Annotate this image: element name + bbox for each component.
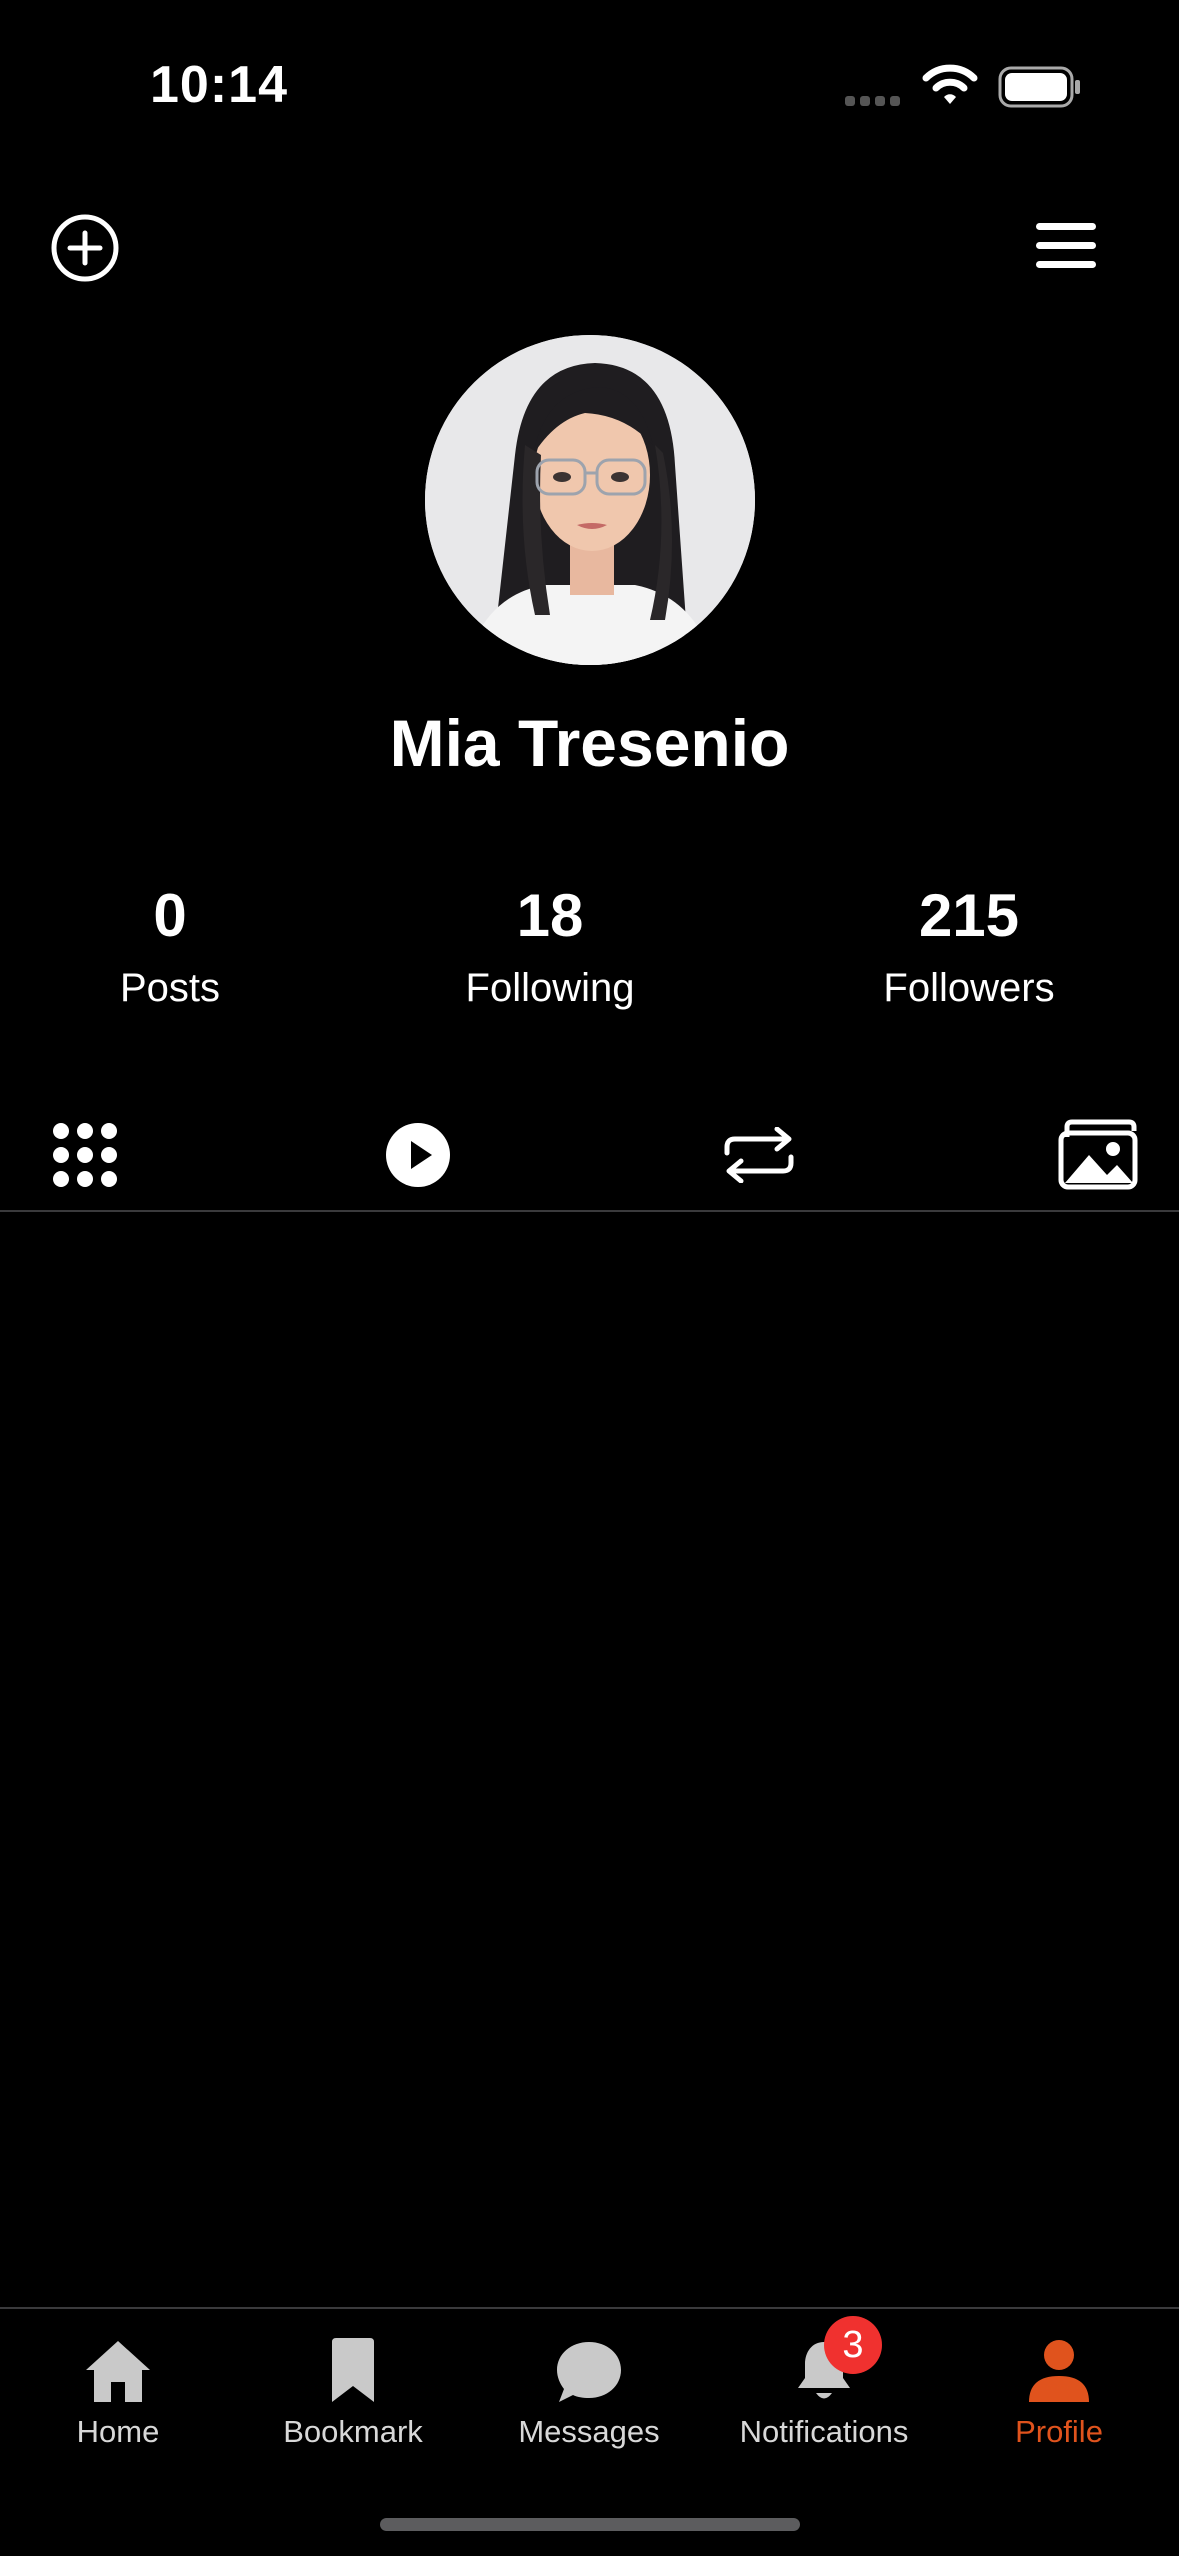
status-time: 10:14	[150, 56, 288, 114]
tab-reposts[interactable]	[711, 1110, 806, 1200]
posts-label: Posts	[119, 966, 221, 1010]
person-icon	[1029, 2340, 1089, 2402]
message-icon	[557, 2342, 621, 2402]
nav-profile[interactable]: Profile	[941, 2320, 1177, 2450]
nav-messages-label: Messages	[518, 2414, 660, 2449]
wifi-icon	[922, 62, 978, 111]
play-icon	[386, 1123, 450, 1187]
plus-circle-icon	[51, 214, 119, 282]
home-indicator[interactable]	[380, 2518, 800, 2531]
tabs-divider	[0, 1210, 1179, 1212]
cellular-signal-icon	[845, 95, 905, 113]
create-post-button[interactable]	[50, 213, 120, 283]
followers-label: Followers	[883, 966, 1055, 1010]
following-label: Following	[465, 966, 635, 1010]
nav-home-label: Home	[76, 2414, 160, 2449]
stat-posts[interactable]: 0 Posts	[0, 880, 350, 1016]
following-count: 18	[516, 882, 584, 949]
posts-count: 0	[153, 882, 187, 949]
tab-grid[interactable]	[40, 1110, 130, 1200]
menu-button[interactable]	[1033, 220, 1099, 272]
photos-icon	[1058, 1119, 1137, 1190]
stat-following[interactable]: 18 Following	[370, 880, 730, 1016]
battery-icon	[998, 66, 1082, 113]
profile-name: Mia Tresenio	[389, 706, 790, 780]
nav-messages[interactable]: Messages	[471, 2320, 707, 2450]
tab-videos[interactable]	[373, 1110, 463, 1200]
nav-bookmark[interactable]: Bookmark	[235, 2320, 471, 2450]
profile-avatar[interactable]	[425, 335, 755, 665]
nav-bookmark-label: Bookmark	[283, 2414, 423, 2449]
grid-icon	[53, 1123, 117, 1187]
stat-followers[interactable]: 215 Followers	[789, 880, 1149, 1016]
nav-notifications-label: Notifications	[739, 2414, 909, 2449]
notification-badge: 3	[824, 2316, 882, 2374]
nav-home[interactable]: Home	[0, 2320, 236, 2450]
nav-divider	[0, 2307, 1179, 2309]
home-icon	[86, 2341, 150, 2402]
nav-profile-label: Profile	[1015, 2414, 1103, 2449]
hamburger-menu-icon	[1036, 223, 1096, 268]
bookmark-icon	[332, 2338, 374, 2402]
followers-count: 215	[918, 882, 1020, 949]
tab-media[interactable]	[1050, 1110, 1145, 1200]
repost-icon	[724, 1127, 793, 1183]
nav-notifications[interactable]: 3 Notifications	[706, 2316, 942, 2450]
